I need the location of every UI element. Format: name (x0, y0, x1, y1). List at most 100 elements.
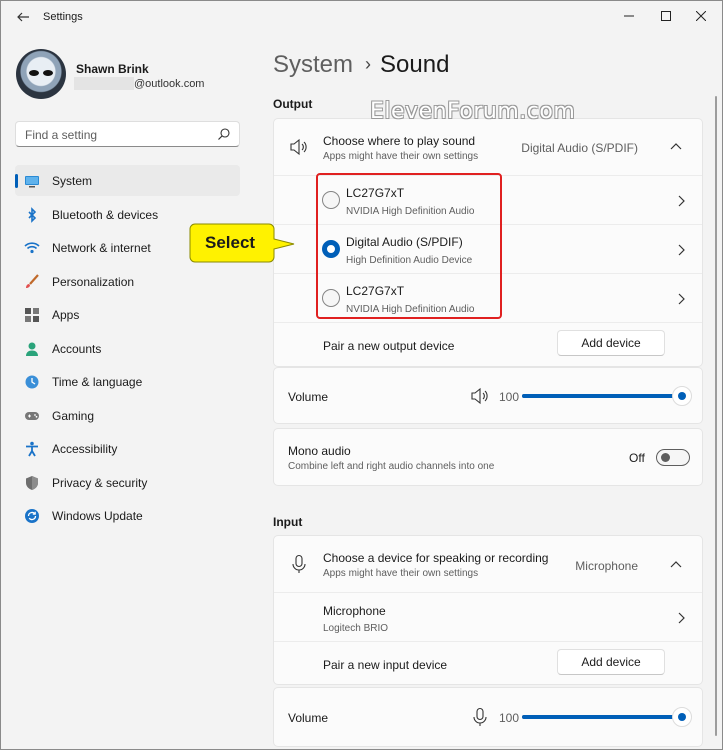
output-section-label: Output (273, 97, 313, 111)
chevron-right-icon[interactable] (675, 244, 687, 256)
pair-input-row: Pair a new input device Add device (274, 641, 702, 686)
slider-thumb[interactable] (672, 386, 692, 406)
sidebar-item-label: Personalization (52, 274, 135, 289)
sidebar-item-label: System (52, 174, 93, 188)
wifi-icon (24, 242, 40, 254)
person-icon (26, 342, 38, 356)
slider-thumb[interactable] (672, 707, 692, 727)
slider-fill (522, 715, 682, 719)
choose-output-title: Choose where to play sound (323, 134, 476, 148)
page-title: Sound (380, 51, 450, 78)
input-device-row[interactable]: Microphone Logitech BRIO (274, 592, 702, 641)
select-callout: Select (189, 223, 295, 263)
mono-audio-toggle[interactable] (656, 449, 690, 466)
update-icon (25, 509, 39, 523)
current-input-value: Microphone (575, 559, 638, 573)
speaker-volume-icon[interactable] (470, 387, 490, 405)
breadcrumb: System › Sound (273, 51, 449, 79)
mono-audio-card: Mono audio Combine left and right audio … (273, 428, 703, 486)
breadcrumb-separator: › (365, 54, 372, 74)
selection-highlight-box (316, 173, 502, 319)
system-icon (25, 176, 39, 188)
microphone-volume-icon[interactable] (472, 707, 488, 727)
pair-output-label: Pair a new output device (323, 339, 455, 353)
sidebar-item-time-language[interactable]: Time & language (15, 366, 240, 397)
scrollbar[interactable] (715, 96, 717, 736)
sidebar-item-label: Network & internet (52, 241, 151, 255)
sidebar-item-label: Apps (52, 308, 80, 322)
sidebar-item-label: Bluetooth & devices (52, 207, 159, 222)
search-placeholder: Find a setting (25, 128, 98, 142)
sidebar-item-apps[interactable]: Apps (15, 299, 240, 330)
maximize-icon (661, 11, 671, 21)
sidebar-item-label: Gaming (52, 408, 95, 423)
sidebar-item-privacy[interactable]: Privacy & security (15, 467, 240, 498)
sidebar-item-accessibility[interactable]: Accessibility (15, 433, 240, 464)
choose-input-subtitle: Apps might have their own settings (323, 568, 479, 579)
microphone-icon (292, 554, 306, 573)
apps-icon (25, 308, 39, 322)
slider-fill (522, 394, 682, 398)
title-bar: Settings (1, 1, 722, 33)
input-volume-value: 100 (499, 711, 520, 725)
output-volume-label: Volume (288, 390, 329, 404)
chevron-up-icon (670, 561, 682, 568)
globe-clock-icon (25, 375, 39, 389)
breadcrumb-parent[interactable]: System (273, 51, 353, 78)
output-volume-slider[interactable] (522, 386, 692, 406)
input-device-card: Choose a device for speaking or recordin… (273, 535, 703, 685)
choose-input-row[interactable]: Choose a device for speaking or recordin… (274, 536, 702, 592)
search-input[interactable]: Find a setting (15, 121, 240, 147)
sidebar-item-label: Accessibility (52, 442, 118, 456)
input-device-driver: Logitech BRIO (323, 623, 389, 634)
window-title: Settings (43, 11, 83, 23)
choose-input-title: Choose a device for speaking or recordin… (323, 551, 549, 565)
sidebar-nav: System Bluetooth & devices Network & int… (15, 165, 240, 534)
gamepad-icon (25, 411, 39, 420)
sidebar: Shawn Brink @outlook.com Find a setting … (1, 33, 256, 749)
sidebar-item-label: Windows Update (52, 509, 143, 523)
sidebar-item-label: Accounts (52, 341, 102, 356)
bluetooth-icon (28, 206, 37, 223)
accessibility-icon (26, 441, 38, 457)
watermark: ElevenForum.com (370, 99, 576, 124)
add-input-device-button[interactable]: Add device (557, 649, 665, 675)
avatar (16, 49, 66, 99)
speaker-icon (290, 138, 307, 156)
profile-name: Shawn Brink (76, 62, 149, 76)
choose-output-row[interactable]: Choose where to play sound Apps might ha… (274, 119, 702, 175)
sidebar-item-windows-update[interactable]: Windows Update (15, 500, 240, 531)
sidebar-item-label: Privacy & security (52, 475, 148, 490)
chevron-up-icon (670, 143, 682, 150)
close-icon (695, 10, 707, 22)
add-output-device-button[interactable]: Add device (557, 330, 665, 356)
output-volume-value: 100 (499, 390, 520, 404)
minimize-icon (624, 15, 634, 17)
input-volume-slider[interactable] (522, 707, 692, 727)
input-volume-card: Volume 100 (273, 687, 703, 747)
sidebar-item-gaming[interactable]: Gaming (15, 400, 240, 431)
input-section-label: Input (273, 515, 303, 529)
callout-text: Select (205, 233, 256, 252)
mono-audio-subtitle: Combine left and right audio channels in… (288, 461, 495, 472)
chevron-right-icon[interactable] (675, 195, 687, 207)
pair-output-row: Pair a new output device Add device (274, 322, 702, 368)
avatar-eye-right (43, 70, 53, 76)
sidebar-item-system[interactable]: System (15, 165, 240, 196)
sidebar-item-label: Time & language (52, 375, 143, 389)
sidebar-item-personalization[interactable]: Personalization (15, 266, 240, 297)
close-button[interactable] (678, 1, 722, 31)
shield-icon (26, 475, 38, 490)
back-arrow-icon (17, 12, 29, 22)
settings-window: Settings Shawn Brink @outlook.com Find a… (0, 0, 723, 750)
back-button[interactable] (13, 7, 33, 27)
chevron-right-icon[interactable] (675, 293, 687, 305)
mono-audio-title: Mono audio (288, 444, 351, 458)
profile-email: @outlook.com (134, 78, 205, 90)
search-icon (218, 128, 230, 140)
sidebar-item-accounts[interactable]: Accounts (15, 333, 240, 364)
input-device-name: Microphone (323, 604, 386, 618)
chevron-right-icon[interactable] (675, 612, 687, 624)
input-volume-label: Volume (288, 711, 329, 725)
choose-output-subtitle: Apps might have their own settings (323, 151, 479, 162)
